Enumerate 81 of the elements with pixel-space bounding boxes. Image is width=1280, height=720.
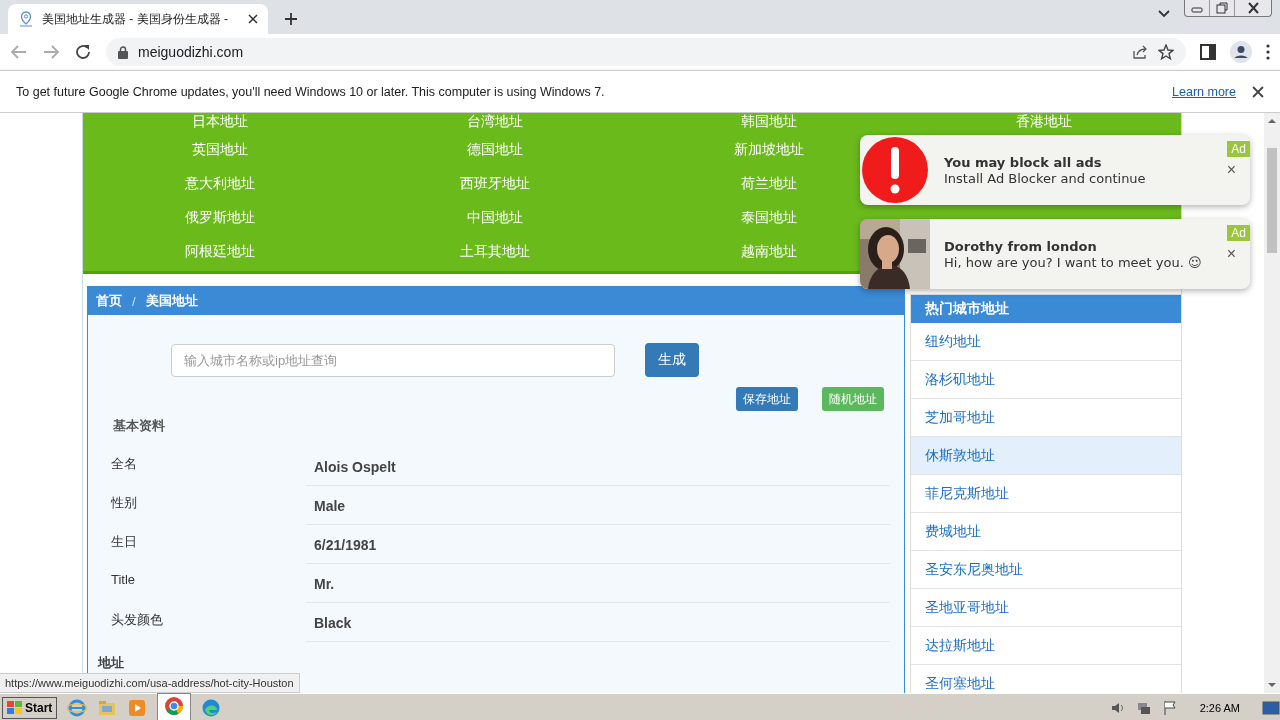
action-button[interactable]: 随机地址 xyxy=(822,387,884,411)
country-link[interactable]: 新加坡地址 xyxy=(734,141,805,159)
learn-more-link[interactable]: Learn more xyxy=(1172,84,1236,99)
breadcrumb-link[interactable]: 首页 xyxy=(96,292,122,310)
reload-icon[interactable] xyxy=(74,43,92,61)
side-panel-icon[interactable] xyxy=(1200,44,1216,60)
speaker-icon[interactable] xyxy=(1109,700,1126,716)
ad-badge: Ad xyxy=(1227,225,1250,241)
ad-message: Hi, how are you? I want to meet you. ☺ xyxy=(944,254,1202,270)
country-link[interactable]: 西班牙地址 xyxy=(459,175,530,193)
ad-message: Install Ad Blocker and continue xyxy=(944,170,1146,186)
map-pin-icon xyxy=(18,11,34,27)
field-label: 性别 xyxy=(111,494,138,512)
field-value: 6/21/1981 xyxy=(306,525,890,564)
field-label: 头发颜色 xyxy=(111,611,164,629)
sidebar-title: 热门城市地址 xyxy=(911,295,1181,323)
section-title: 地址 xyxy=(96,654,125,672)
network-icon[interactable] xyxy=(1135,700,1152,716)
breadcrumb-link[interactable]: 美国地址 xyxy=(145,292,198,310)
city-link[interactable]: 洛杉矶地址 xyxy=(911,361,1181,399)
clock: 2:26 AM xyxy=(1199,702,1240,714)
country-link[interactable]: 泰国地址 xyxy=(741,209,798,227)
city-link[interactable]: 圣安东尼奥地址 xyxy=(911,551,1181,589)
country-link[interactable]: 中国地址 xyxy=(466,209,523,227)
country-link[interactable]: 俄罗斯地址 xyxy=(185,209,256,227)
city-link[interactable]: 纽约地址 xyxy=(911,323,1181,361)
chrome-icon[interactable] xyxy=(164,696,185,716)
ad-badge: Ad xyxy=(1227,141,1250,157)
start-button[interactable]: Start xyxy=(2,697,58,719)
city-link[interactable]: 圣地亚哥地址 xyxy=(911,589,1181,627)
show-desktop-icon[interactable] xyxy=(1262,700,1280,716)
country-link[interactable]: 荷兰地址 xyxy=(741,175,798,193)
update-notice: To get future Google Chrome updates, you'll need Windows 10 or later. This computer is using Windows 7. xyxy=(16,84,606,99)
star-icon[interactable] xyxy=(1158,44,1174,60)
address-bar[interactable]: meiguodizhi.com xyxy=(106,38,1186,66)
profile-icon[interactable] xyxy=(1230,41,1252,63)
country-link[interactable]: 越南地址 xyxy=(741,243,798,261)
close-button[interactable]: × xyxy=(1226,245,1236,263)
field-value: Male xyxy=(306,486,890,525)
country-link[interactable]: 阿根廷地址 xyxy=(185,243,256,261)
field-label: Title xyxy=(111,571,137,589)
country-link[interactable]: 台湾地址 xyxy=(466,113,523,131)
search-field[interactable]: 输入城市名称或ip地址查询 xyxy=(171,343,615,377)
field-value: Mr. xyxy=(306,564,890,603)
plus-icon[interactable] xyxy=(284,12,298,26)
city-link[interactable]: 菲尼克斯地址 xyxy=(911,475,1181,513)
lock-icon xyxy=(118,45,128,59)
city-link[interactable]: 休斯敦地址 xyxy=(911,437,1181,475)
field-label: 全名 xyxy=(111,455,138,473)
field-label: 生日 xyxy=(111,533,138,551)
chevron-down-icon[interactable] xyxy=(1158,10,1170,18)
close-button[interactable]: × xyxy=(1226,161,1236,179)
ad-toast[interactable]: Dorothy from london Hi, how are you? I want to meet you. ☺ Ad × xyxy=(860,219,1250,289)
city-link[interactable]: 达拉斯地址 xyxy=(911,627,1181,665)
ad-title: Dorothy from london xyxy=(944,238,1098,254)
city-link[interactable]: 费城地址 xyxy=(911,513,1181,551)
exclamation-icon xyxy=(862,137,928,203)
share-icon[interactable] xyxy=(1132,44,1148,60)
windows-logo-icon xyxy=(7,701,23,715)
country-link[interactable]: 韩国地址 xyxy=(741,113,798,131)
field-value: Black xyxy=(306,603,890,642)
flag-icon[interactable] xyxy=(1161,700,1178,716)
section-title: 基本资料 xyxy=(112,417,166,435)
close-icon[interactable] xyxy=(248,14,258,24)
browser-tab[interactable]: 美国地址生成器 - 美国身份生成器 - xyxy=(8,4,268,34)
ad-toast[interactable]: You may block all ads Install Ad Blocker and continue Ad × xyxy=(860,135,1250,205)
breadcrumb-separator: / xyxy=(132,293,136,309)
close-icon[interactable] xyxy=(1252,85,1264,98)
ad-title: You may block all ads xyxy=(944,154,1103,170)
tab-title: 美国地址生成器 - 美国身份生成器 - xyxy=(42,10,229,28)
country-link[interactable]: 意大利地址 xyxy=(185,175,256,193)
menu-icon[interactable] xyxy=(1266,44,1270,60)
field-value: Alois Ospelt xyxy=(306,447,890,486)
country-link[interactable]: 日本地址 xyxy=(192,113,249,131)
country-link[interactable]: 英国地址 xyxy=(192,141,249,159)
generate-button[interactable]: 生成 xyxy=(645,343,699,377)
country-link[interactable]: 德国地址 xyxy=(466,141,523,159)
country-link[interactable]: 土耳其地址 xyxy=(459,243,530,261)
country-link[interactable]: 香港地址 xyxy=(1015,113,1072,131)
status-url: https://www.meiguodizhi.com/usa-address/hot-city-Houston xyxy=(0,673,300,693)
action-button[interactable]: 保存地址 xyxy=(736,387,798,411)
